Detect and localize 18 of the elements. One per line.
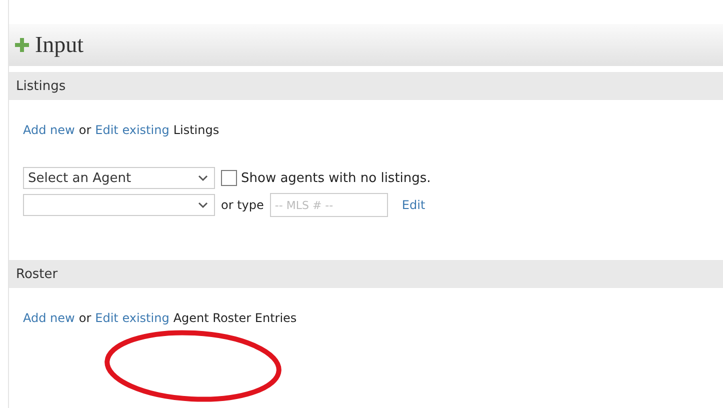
page-title: Input xyxy=(35,32,84,58)
text-link[interactable]: Edit existing xyxy=(95,123,170,137)
mls-field[interactable]: -- MLS # -- xyxy=(270,193,388,217)
edit-link[interactable]: Edit xyxy=(402,198,426,212)
agent-dropdown[interactable]: Select an Agent xyxy=(23,167,215,189)
section-header: Listings xyxy=(9,72,723,100)
plus-icon xyxy=(15,38,29,52)
action-sentence: Add new or Edit existing Agent Roster Entries xyxy=(23,311,298,325)
checkbox[interactable] xyxy=(221,170,237,186)
chevron-icon xyxy=(198,174,208,182)
text-link[interactable]: Add new xyxy=(23,311,75,325)
checkbox-label[interactable]: Show agents with no listings. xyxy=(221,170,431,186)
or-type-label: or type xyxy=(221,198,264,212)
section-header: Roster xyxy=(9,260,723,288)
chevron-icon xyxy=(198,202,208,208)
text-link[interactable]: Edit existing xyxy=(95,311,170,325)
text-link[interactable]: Add new xyxy=(23,123,75,137)
action-sentence: Add new or Edit existing Listings xyxy=(23,123,220,137)
